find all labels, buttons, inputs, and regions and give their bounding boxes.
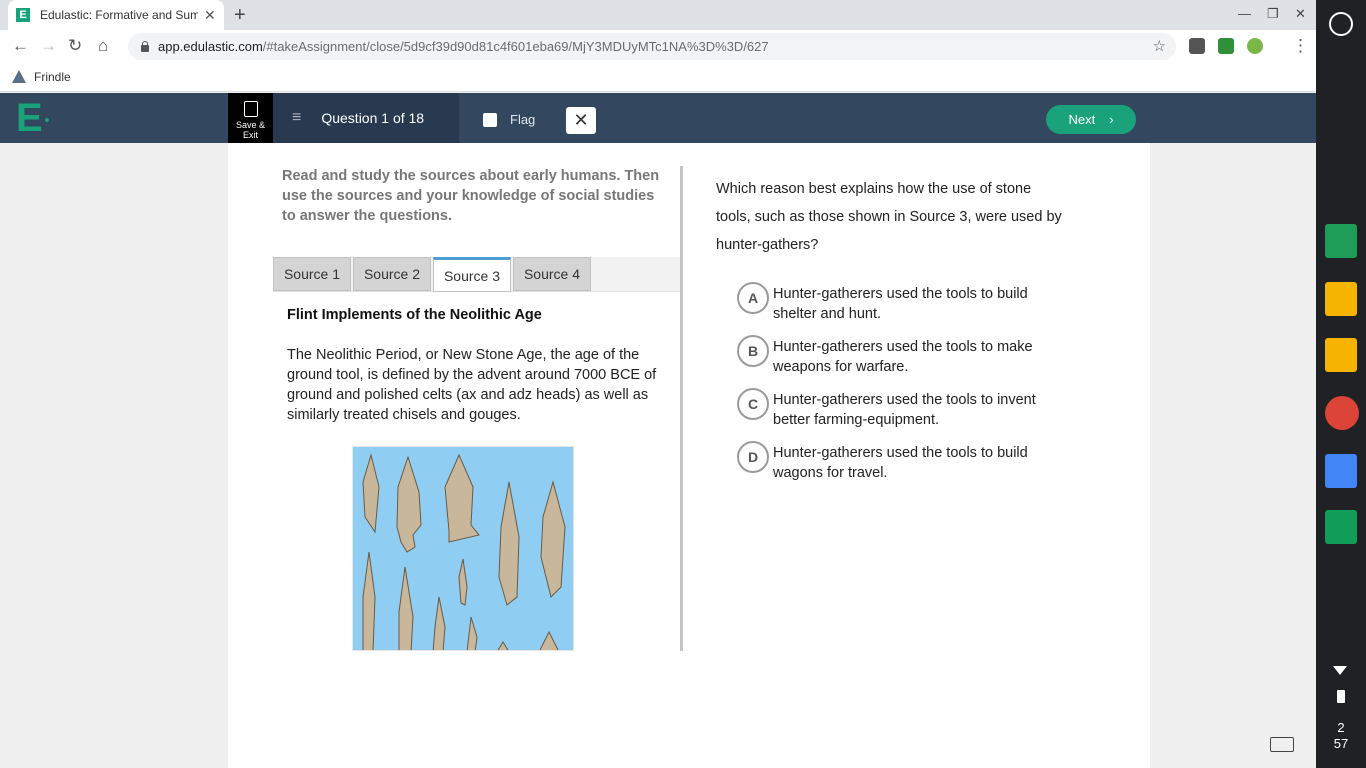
slides-icon[interactable] bbox=[1325, 338, 1357, 372]
image-warning-icon[interactable] bbox=[1270, 737, 1294, 752]
back-icon[interactable]: ← bbox=[12, 36, 29, 56]
extension-icon[interactable] bbox=[1218, 38, 1234, 54]
next-label: Next bbox=[1068, 112, 1096, 127]
tab-source-3[interactable]: Source 3 bbox=[433, 257, 511, 292]
flag-toggle[interactable]: Flag bbox=[483, 112, 535, 127]
bookmarks-bar: Frindle bbox=[0, 62, 1316, 92]
lock-icon bbox=[140, 41, 150, 52]
tab-source-1[interactable]: Source 1 bbox=[273, 257, 351, 291]
hamburger-icon[interactable]: ≡ bbox=[292, 109, 301, 127]
address-bar[interactable]: app.edulastic.com/#takeAssignment/close/… bbox=[128, 33, 1176, 60]
bookmark-frindle[interactable]: Frindle bbox=[34, 70, 71, 84]
pane-divider[interactable] bbox=[680, 166, 683, 651]
chrome-icon[interactable] bbox=[1325, 396, 1359, 430]
drive-icon[interactable] bbox=[1325, 510, 1357, 544]
option-letter-c[interactable]: C bbox=[737, 388, 769, 420]
tab-source-4[interactable]: Source 4 bbox=[513, 257, 591, 291]
browser-toolbar: ← → ↻ ⌂ app.edulastic.com/#takeAssignmen… bbox=[0, 30, 1316, 62]
extension-icon[interactable] bbox=[1189, 38, 1205, 54]
window-close-icon[interactable]: ✕ bbox=[1295, 6, 1306, 22]
home-icon[interactable]: ⌂ bbox=[98, 36, 108, 56]
flag-label: Flag bbox=[510, 112, 536, 127]
bookmark-star-icon[interactable]: ☆ bbox=[1153, 37, 1166, 55]
os-shelf: 2 57 bbox=[1316, 0, 1366, 768]
close-button[interactable]: ✕ bbox=[566, 107, 596, 134]
passage-instructions: Read and study the sources about early h… bbox=[282, 168, 660, 224]
browser-tabstrip: E Edulastic: Formative and Summ ✕ + — ❐ … bbox=[0, 0, 1316, 30]
battery-icon[interactable] bbox=[1337, 690, 1345, 703]
frindle-bookmark-icon bbox=[12, 70, 26, 83]
question-nav[interactable]: ≡ Question 1 of 18 bbox=[273, 93, 459, 143]
extension-icon[interactable] bbox=[1247, 38, 1263, 54]
clock-minute: 57 bbox=[1333, 736, 1349, 751]
url-domain: app.edulastic.com bbox=[158, 39, 263, 54]
flag-checkbox[interactable] bbox=[483, 112, 497, 127]
option-text-c: Hunter-gatherers used the tools to inven… bbox=[773, 392, 1036, 428]
save-exit-label: Save & Exit bbox=[235, 120, 266, 140]
source-title: Flint Implements of the Neolithic Age bbox=[287, 307, 542, 323]
answer-option-d[interactable]: D Hunter-gatherers used the tools to bui… bbox=[737, 441, 1063, 483]
answer-option-a[interactable]: A Hunter-gatherers used the tools to bui… bbox=[737, 282, 1063, 324]
save-icon bbox=[243, 101, 258, 117]
answer-option-c[interactable]: C Hunter-gatherers used the tools to inv… bbox=[737, 388, 1063, 430]
option-text-d: Hunter-gatherers used the tools to build… bbox=[773, 445, 1028, 481]
tab-source-2[interactable]: Source 2 bbox=[353, 257, 431, 291]
option-text-b: Hunter-gatherers used the tools to make … bbox=[773, 339, 1033, 375]
menu-kebab-icon[interactable]: ⋮ bbox=[1292, 36, 1309, 56]
forward-icon[interactable]: → bbox=[40, 36, 57, 56]
wifi-icon[interactable] bbox=[1333, 666, 1347, 675]
tab-close-icon[interactable]: ✕ bbox=[204, 7, 216, 24]
flint-tools-illustration bbox=[362, 453, 566, 650]
source-tabs: Source 1 Source 2 Source 3 Source 4 bbox=[273, 257, 680, 292]
clock-hour: 2 bbox=[1337, 720, 1345, 735]
chevron-right-icon: › bbox=[1109, 112, 1114, 127]
question-stem: Which reason best explains how the use o… bbox=[716, 181, 1062, 253]
docs-icon[interactable] bbox=[1325, 454, 1357, 488]
option-letter-d[interactable]: D bbox=[737, 441, 769, 473]
minimize-icon[interactable]: — bbox=[1238, 6, 1251, 21]
edulastic-logo: E bbox=[16, 98, 49, 138]
save-exit-button[interactable]: Save & Exit bbox=[228, 93, 273, 143]
classroom-icon[interactable] bbox=[1325, 282, 1357, 316]
edulastic-favicon-icon: E bbox=[16, 8, 30, 22]
option-letter-b[interactable]: B bbox=[737, 335, 769, 367]
sheets-icon[interactable] bbox=[1325, 224, 1357, 258]
option-text-a: Hunter-gatherers used the tools to build… bbox=[773, 286, 1028, 322]
reload-icon[interactable]: ↻ bbox=[68, 36, 82, 56]
browser-tab[interactable]: E Edulastic: Formative and Summ ✕ bbox=[8, 0, 224, 30]
option-letter-a[interactable]: A bbox=[737, 282, 769, 314]
url-path: /#takeAssignment/close/5d9cf39d90d81c4f6… bbox=[262, 39, 769, 54]
flint-tools-image bbox=[352, 446, 574, 651]
tab-title: Edulastic: Formative and Summ bbox=[40, 8, 198, 22]
next-button[interactable]: Next › bbox=[1046, 105, 1136, 134]
clock[interactable]: 2 57 bbox=[1316, 720, 1366, 752]
maximize-icon[interactable]: ❐ bbox=[1267, 6, 1279, 22]
launcher-icon[interactable] bbox=[1329, 12, 1353, 36]
question-counter: Question 1 of 18 bbox=[321, 110, 425, 126]
answer-option-b[interactable]: B Hunter-gatherers used the tools to mak… bbox=[737, 335, 1063, 377]
new-tab-icon[interactable]: + bbox=[234, 4, 246, 27]
source-body: The Neolithic Period, or New Stone Age, … bbox=[287, 347, 657, 423]
